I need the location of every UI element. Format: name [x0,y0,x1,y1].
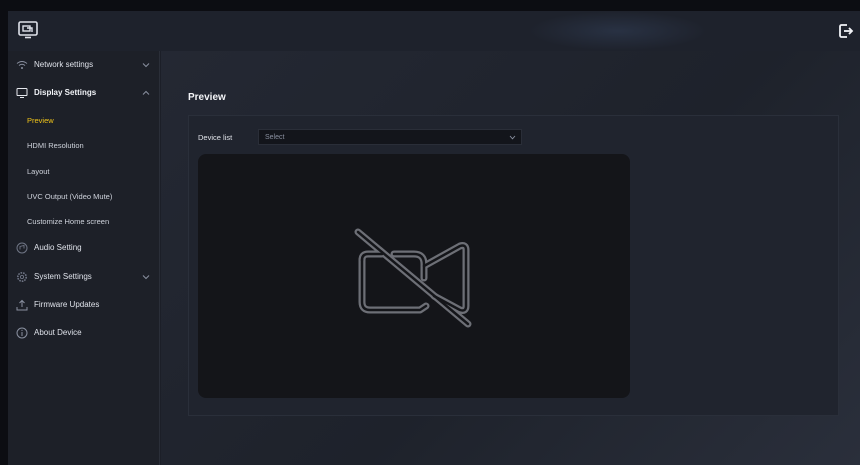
top-bar-glow [528,11,708,51]
sidebar-subitem-preview[interactable]: Preview [8,110,160,130]
device-list-select[interactable]: Select [258,129,522,145]
sidebar-item-firmware-updates[interactable]: Firmware Updates [8,293,160,317]
sidebar-item-display-settings[interactable]: Display Settings [8,81,160,105]
sidebar-item-about-device[interactable]: About Device [8,321,160,345]
wifi-icon [16,61,28,69]
video-off-icon [354,228,472,328]
sidebar-subitem-label: Customize Home screen [27,217,110,226]
sidebar-item-label: About Device [34,328,82,337]
chevron-down-icon[interactable] [142,62,150,68]
sidebar-subitem-uvc-output[interactable]: UVC Output (Video Mute) [8,186,160,206]
sidebar-subitem-label: Layout [27,167,50,176]
device-list-label: Device list [198,133,233,142]
sidebar-item-label: Firmware Updates [34,300,100,309]
gear-icon [17,272,27,282]
sidebar-item-network-settings[interactable]: Network settings [8,53,160,77]
sidebar-subitem-label: HDMI Resolution [27,141,84,150]
sidebar-item-label: Display Settings [34,88,97,97]
video-preview-area [198,154,630,398]
sidebar-subitem-customize-home-screen[interactable]: Customize Home screen [8,211,160,231]
monitor-icon [16,88,28,98]
app-window: Network settings Display Settings Previe… [8,11,860,465]
sidebar-item-audio-setting[interactable]: Audio Setting [8,236,160,260]
sidebar-subitem-label: Preview [27,116,54,125]
sidebar-item-label: Network settings [34,60,94,69]
sidebar-item-system-settings[interactable]: System Settings [8,265,160,289]
sidebar-subitem-hdmi-resolution[interactable]: HDMI Resolution [8,135,160,155]
info-icon [16,327,28,339]
audio-icon [16,242,28,254]
chevron-down-icon [509,135,516,140]
upload-icon [16,299,28,311]
sidebar-item-label: System Settings [34,272,92,281]
sidebar-item-label: Audio Setting [34,243,82,252]
sidebar-subitem-label: UVC Output (Video Mute) [27,192,113,201]
top-bar [8,11,860,51]
sidebar: Network settings Display Settings Previe… [8,51,160,465]
page-title: Preview [188,92,226,103]
logout-icon[interactable] [838,23,854,39]
screen-share-icon[interactable] [18,21,38,39]
chevron-up-icon[interactable] [142,90,150,96]
device-select-value: Select [265,134,285,141]
chevron-down-icon[interactable] [142,274,150,280]
sidebar-subitem-layout[interactable]: Layout [8,161,160,181]
main-content: Preview Device list Select [161,51,860,465]
